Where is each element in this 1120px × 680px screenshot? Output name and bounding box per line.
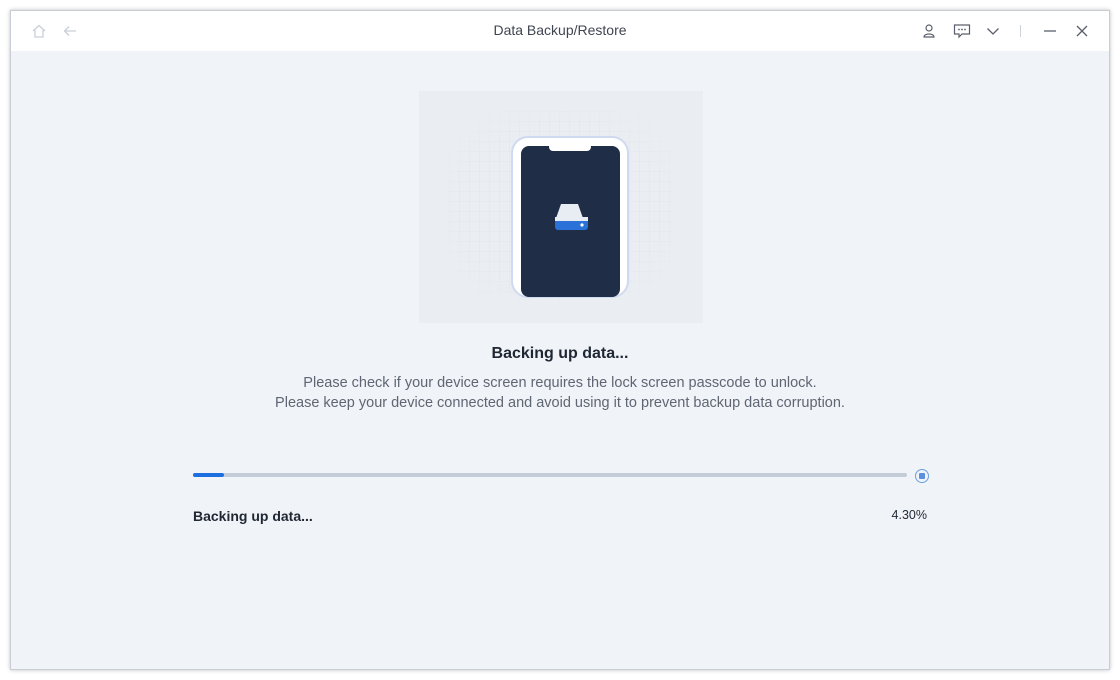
titlebar-separator bbox=[1020, 25, 1021, 37]
user-icon[interactable] bbox=[921, 23, 937, 39]
app-window: Data Backup/Restore Backing up data... P… bbox=[10, 10, 1110, 670]
instruction-line-2: Please keep your device connected and av… bbox=[275, 395, 845, 411]
window-title: Data Backup/Restore bbox=[493, 22, 627, 38]
stop-icon bbox=[919, 473, 925, 479]
progress-bar-fill bbox=[193, 473, 224, 477]
backup-illustration bbox=[419, 91, 703, 323]
progress-bar bbox=[193, 473, 907, 477]
stop-button[interactable] bbox=[915, 469, 929, 483]
titlebar: Data Backup/Restore bbox=[11, 11, 1109, 51]
progress-status-label: Backing up data... bbox=[193, 508, 313, 524]
status-heading: Backing up data... bbox=[491, 345, 629, 362]
instruction-line-1: Please check if your device screen requi… bbox=[303, 375, 817, 391]
minimize-icon[interactable] bbox=[1042, 23, 1058, 39]
close-icon[interactable] bbox=[1074, 23, 1090, 39]
progress-percent: 4.30% bbox=[891, 508, 927, 522]
chevron-down-icon[interactable] bbox=[985, 23, 1001, 39]
feedback-icon[interactable] bbox=[953, 23, 971, 39]
